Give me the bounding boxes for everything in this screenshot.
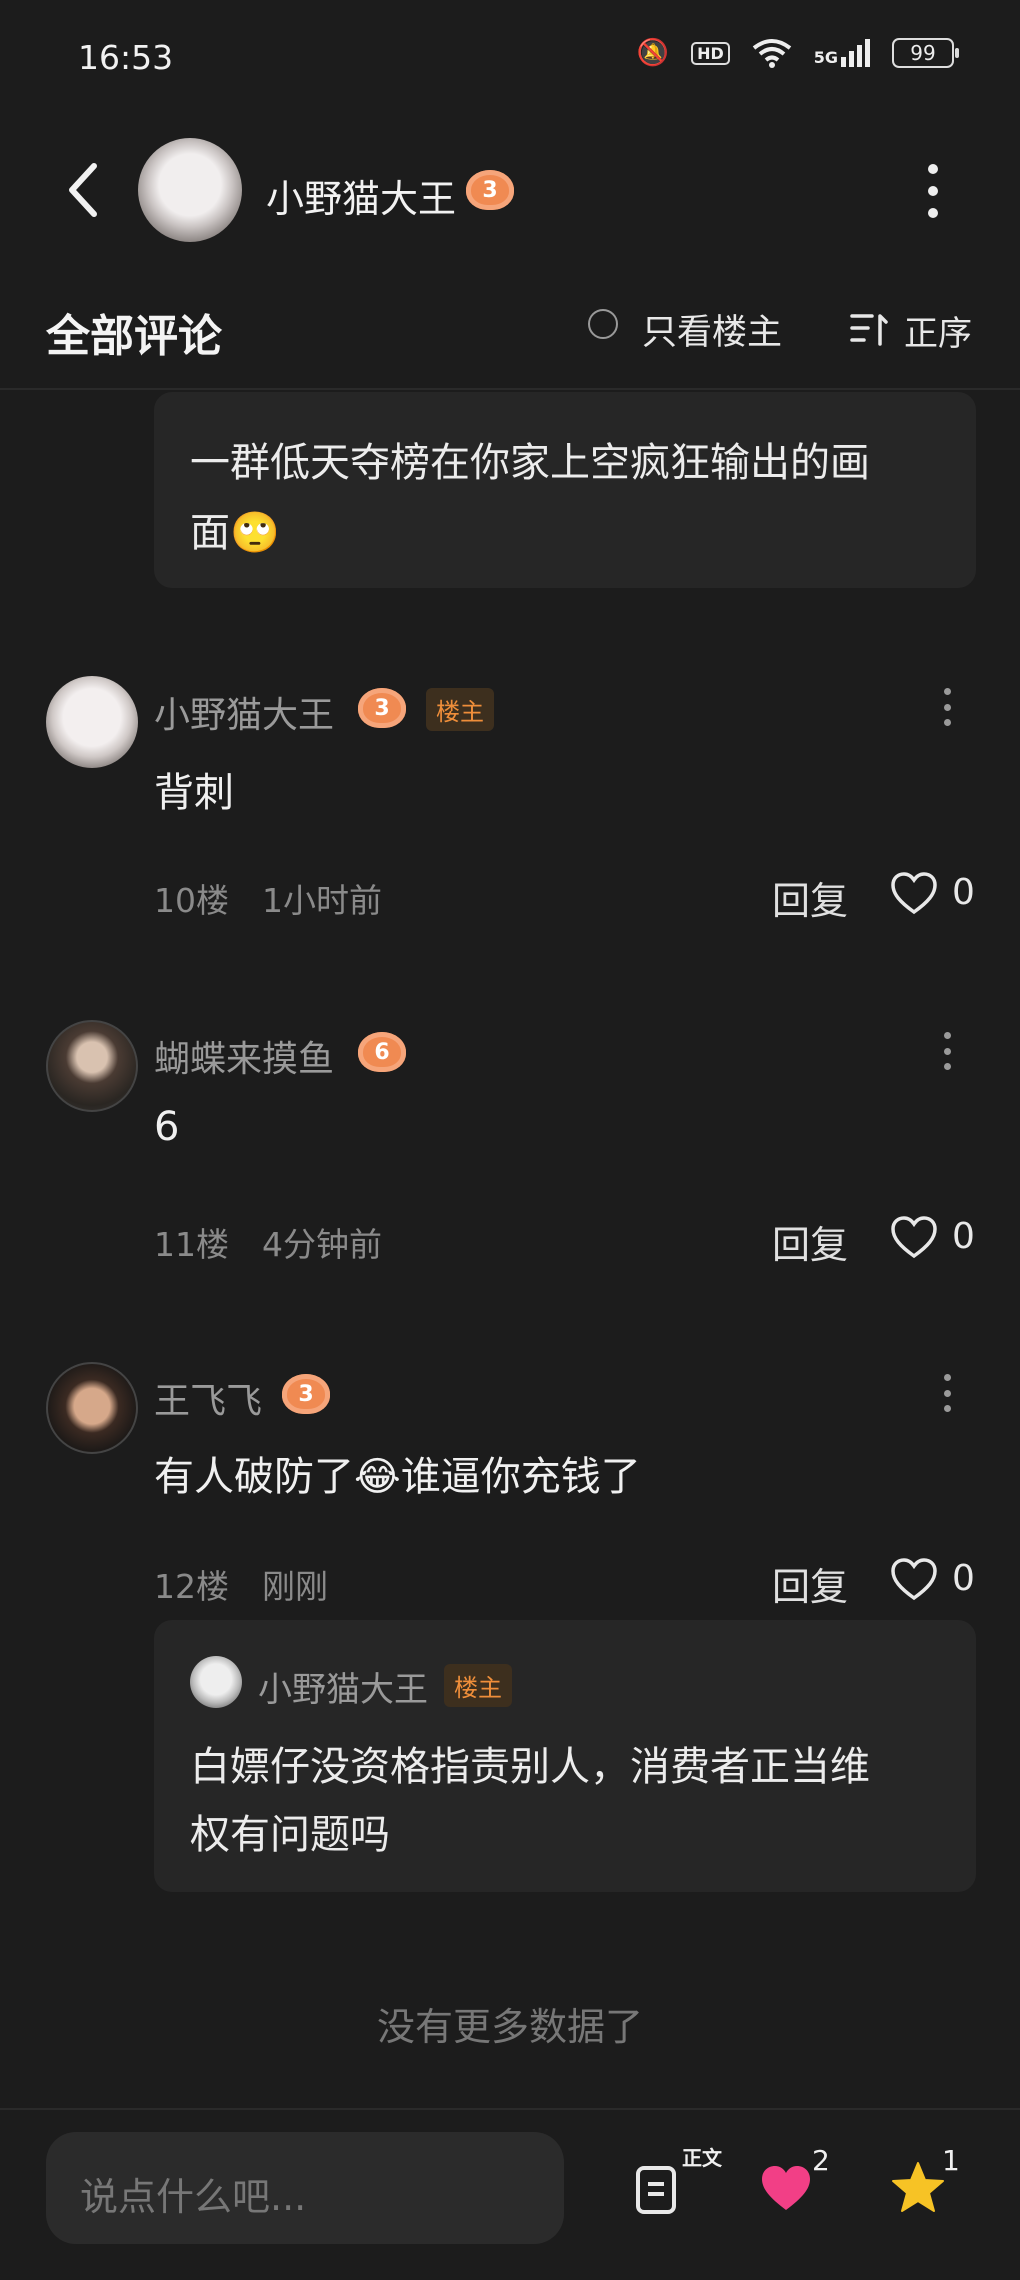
bottom-divider [0,2108,1020,2110]
reply-text-line1: 白嫖仔没资格指责别人，消费者正当维 [190,1744,870,1790]
comment-avatar[interactable] [46,676,138,768]
reply-avatar[interactable] [190,1656,242,1708]
comment-more-icon[interactable] [942,688,952,726]
comment-floor: 12楼 [154,1567,229,1606]
reply-button[interactable]: 回复 [772,870,848,925]
section-title: 全部评论 [46,311,222,362]
header-level-badge: 3 [466,170,514,210]
wifi-icon [752,39,791,68]
level-badge: 6 [358,1032,406,1072]
comment-time: 4分钟前 [262,1225,382,1264]
reply-button[interactable]: 回复 [772,1556,848,1611]
section-divider [0,388,1020,390]
heart-icon[interactable] [760,2164,812,2214]
op-badge: 楼主 [444,1664,512,1707]
status-time: 16:53 [78,38,174,77]
reply-text-line2: 面🙄 [190,510,280,556]
op-badge: 楼主 [426,688,494,731]
comment-time: 刚刚 [262,1567,328,1606]
status-icons: 🔕 HD 5G 99 [636,38,959,68]
reply-text-line2: 权有问题吗 [190,1812,390,1858]
comment-more-icon[interactable] [942,1374,952,1412]
only-op-label[interactable]: 只看楼主 [642,304,782,355]
comment-text: 背刺 [154,770,234,816]
mute-icon: 🔕 [636,38,670,68]
like-icon[interactable] [890,1558,938,1602]
reply-button[interactable]: 回复 [772,1214,848,1269]
comment-text: 6 [154,1104,180,1150]
comment-time: 1小时前 [262,881,382,920]
like-icon[interactable] [890,1216,938,1260]
comment-avatar[interactable] [46,1362,138,1454]
sort-icon[interactable] [850,312,888,346]
comment-more-icon[interactable] [942,1032,952,1070]
level-badge: 3 [282,1374,330,1414]
heart-count: 2 [812,2144,830,2177]
hd-icon: HD [691,41,730,65]
comment-avatar[interactable] [46,1020,138,1112]
like-count: 0 [952,1558,975,1599]
comment-username[interactable]: 蝴蝶来摸鱼 [154,1030,334,1082]
comment-text: 有人破防了😂谁逼你充钱了 [154,1454,641,1500]
comment-username[interactable]: 王飞飞 [154,1372,262,1424]
reply-text-line1: 一群低天夺榜在你家上空疯狂输出的画 [190,440,870,486]
article-icon[interactable] [636,2166,676,2214]
star-icon[interactable] [890,2160,946,2216]
network-type: 5G [813,48,838,67]
like-count: 0 [952,1216,975,1257]
back-arrow-icon[interactable] [64,160,104,220]
reply-username[interactable]: 小野猫大王 [258,1662,428,1711]
like-icon[interactable] [890,872,938,916]
header-avatar[interactable] [138,138,242,242]
like-count: 0 [952,872,975,913]
battery-icon: 99 [892,38,959,68]
only-op-radio[interactable] [588,309,618,339]
header-username[interactable]: 小野猫大王 [266,168,456,223]
star-count: 1 [942,2144,960,2177]
signal-icon: 5G [814,39,870,67]
more-options-icon[interactable] [918,164,948,218]
comment-floor: 10楼 [154,881,229,920]
sort-label[interactable]: 正序 [904,306,972,355]
article-label: 正文 [682,2146,722,2170]
comment-floor: 11楼 [154,1225,229,1264]
comment-username[interactable]: 小野猫大王 [154,686,334,738]
no-more-data: 没有更多数据了 [376,2005,643,2049]
comment-input-placeholder[interactable]: 说点什么吧... [80,2166,306,2221]
level-badge: 3 [358,688,406,728]
